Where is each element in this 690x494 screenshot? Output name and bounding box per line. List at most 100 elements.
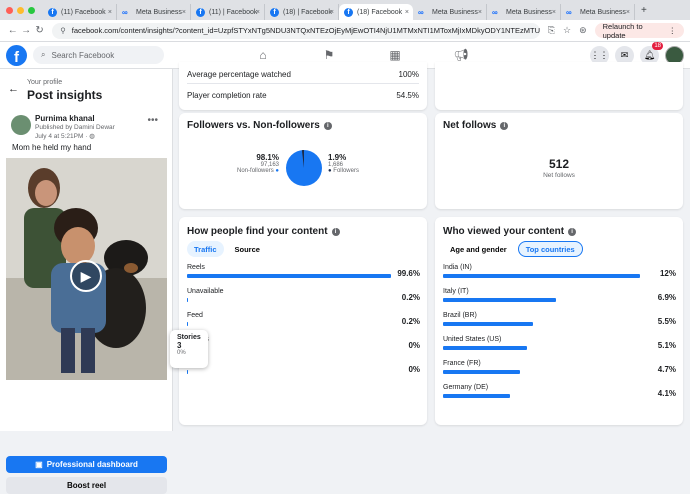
new-tab-button[interactable]: + (641, 5, 647, 16)
who-bar-row[interactable]: France (FR) 4.7% (443, 360, 676, 380)
search-input[interactable]: ⌕ Search Facebook (33, 46, 164, 64)
post-author[interactable]: Purnima khanal (35, 114, 95, 123)
find-bar (187, 322, 188, 326)
boost-reel-button[interactable]: Boost reel (6, 477, 167, 494)
browser-tab[interactable]: f (18) | Facebook × (265, 4, 339, 20)
search-placeholder: Search Facebook (51, 50, 115, 60)
browser-tab[interactable]: ∞ Meta Business × (413, 4, 487, 20)
close-window-button[interactable] (6, 6, 13, 14)
facebook-icon: f (48, 7, 57, 17)
info-icon[interactable]: i (323, 121, 332, 130)
who-bar (443, 394, 511, 398)
back-arrow-icon[interactable]: ← (8, 83, 19, 95)
browser-tab[interactable]: f (11) Facebook × (43, 4, 117, 20)
who-bar (443, 346, 527, 350)
who-bar-value: 4.1% (657, 389, 676, 398)
dashboard-icon: ▣ (35, 460, 43, 469)
install-app-icon[interactable]: ⎘ (548, 25, 555, 36)
find-bar-row[interactable]: 0% (187, 360, 420, 380)
info-icon[interactable]: i (331, 227, 340, 236)
followers-label: Followers (333, 168, 359, 174)
who-bar-row[interactable]: India (IN) 12% (443, 264, 676, 284)
browser-tab[interactable]: ∞ Meta Business × (561, 4, 635, 20)
info-icon[interactable]: i (500, 121, 509, 130)
close-tab-icon[interactable]: × (405, 9, 409, 16)
top-right-card (435, 62, 683, 110)
browser-tab-bar: f (11) Facebook × ∞ Meta Business × f (11) | Fa… (0, 0, 690, 20)
who-bar (443, 370, 521, 374)
who-bar-row[interactable]: Germany (DE) 4.1% (443, 384, 676, 404)
reload-icon[interactable]: ↻ (33, 25, 46, 36)
back-icon[interactable]: ← (6, 25, 19, 36)
who-bar-label: Brazil (BR) (443, 312, 477, 319)
pages-flag-icon[interactable]: ⚑ (296, 48, 362, 62)
close-tab-icon[interactable]: × (478, 9, 482, 16)
bookmark-star-icon[interactable]: ☆ (563, 25, 571, 36)
site-info-icon[interactable]: ⚲ (60, 26, 66, 35)
followers-dot-icon: ● (328, 168, 332, 174)
tab-source[interactable]: Source (228, 241, 267, 257)
bar-tooltip: Stories 3 0% (170, 330, 208, 368)
followers-legend: 1.9% 1,686 ● Followers (328, 153, 378, 174)
ads-manager-icon[interactable]: ▦ (362, 48, 428, 62)
find-bar-value: 0.2% (401, 317, 420, 326)
minimize-window-button[interactable] (17, 6, 24, 14)
panel-title: Post insights (27, 88, 103, 102)
browser-tab[interactable]: ∞ Meta Business × (117, 4, 191, 20)
professional-dashboard-button[interactable]: ▣ Professional dashboard (6, 456, 167, 473)
meta-icon: ∞ (122, 7, 128, 17)
more-menu-icon: ⋮ (668, 26, 677, 35)
browser-tab[interactable]: f (18) Facebook × (339, 4, 413, 20)
who-bar-row[interactable]: Italy (IT) 6.9% (443, 288, 676, 308)
followers-card-heading: Followers vs. Non-followers i (187, 120, 332, 131)
video-thumbnail[interactable]: ▶ (6, 158, 167, 380)
find-bar-row[interactable]: Reels 99.6% (187, 264, 420, 284)
facebook-icon: f (196, 7, 205, 17)
browser-tab[interactable]: f (11) | Facebook × (191, 4, 265, 20)
who-bar (443, 298, 557, 302)
notification-badge: 18 (652, 41, 663, 50)
who-bar-value: 12% (659, 269, 676, 278)
info-icon[interactable]: i (568, 227, 577, 236)
close-tab-icon[interactable]: × (552, 9, 556, 16)
facebook-logo-icon[interactable]: f (6, 44, 27, 66)
followers-donut (286, 150, 322, 186)
browser-tab-label: Meta Business (580, 8, 626, 16)
close-tab-icon[interactable]: × (330, 9, 334, 16)
url-field[interactable]: ⚲ facebook.com/content/insights/?content… (52, 22, 540, 39)
find-bar-row[interactable]: Unavailable 0.2% (187, 288, 420, 308)
close-tab-icon[interactable]: × (256, 9, 260, 16)
tab-age-gender[interactable]: Age and gender (443, 241, 514, 257)
megaphone-icon[interactable]: 📢︎ (428, 48, 494, 62)
tab-top-countries[interactable]: Top countries (517, 241, 583, 257)
find-bar-value: 0.2% (401, 293, 420, 302)
extension-icon[interactable]: ⊛ (579, 25, 587, 36)
find-bar-value: 0% (408, 341, 420, 350)
tab-traffic[interactable]: Traffic (187, 241, 224, 257)
more-options-icon[interactable]: ••• (147, 115, 158, 126)
browser-tab[interactable]: ∞ Meta Business × (487, 4, 561, 20)
avg-watched-row: Average percentage watched 100% (187, 70, 419, 79)
close-tab-icon[interactable]: × (108, 9, 112, 16)
maximize-window-button[interactable] (28, 6, 35, 14)
find-bar-row[interactable]: Stories0% (187, 336, 420, 356)
who-bar-label: India (IN) (443, 264, 472, 271)
post-date-text: July 4 at 5:21PM · (35, 133, 90, 140)
relaunch-button[interactable]: Relaunch to update ⋮ (594, 22, 685, 40)
globe-icon: ◍ (89, 133, 95, 140)
close-tab-icon[interactable]: × (182, 9, 186, 16)
forward-icon[interactable]: → (19, 25, 32, 36)
home-icon[interactable]: ⌂ (230, 48, 296, 62)
avg-watched-label: Average percentage watched (187, 70, 291, 79)
author-avatar[interactable] (11, 115, 31, 135)
find-bar-row[interactable]: Feed 0.2% (187, 312, 420, 332)
find-content-card: How people find your content i Traffic S… (179, 217, 427, 425)
close-tab-icon[interactable]: × (626, 9, 630, 16)
who-bar-row[interactable]: Brazil (BR) 5.5% (443, 312, 676, 332)
browser-tab-label: (11) | Facebook (209, 8, 258, 16)
play-icon[interactable]: ▶ (70, 260, 102, 292)
who-bar-row[interactable]: United States (US) 5.1% (443, 336, 676, 356)
find-bar-value: 99.6% (397, 269, 420, 278)
browser-tab-label: Meta Business (136, 8, 182, 16)
net-follows-card: Net follows i 512 Net follows (435, 113, 683, 209)
